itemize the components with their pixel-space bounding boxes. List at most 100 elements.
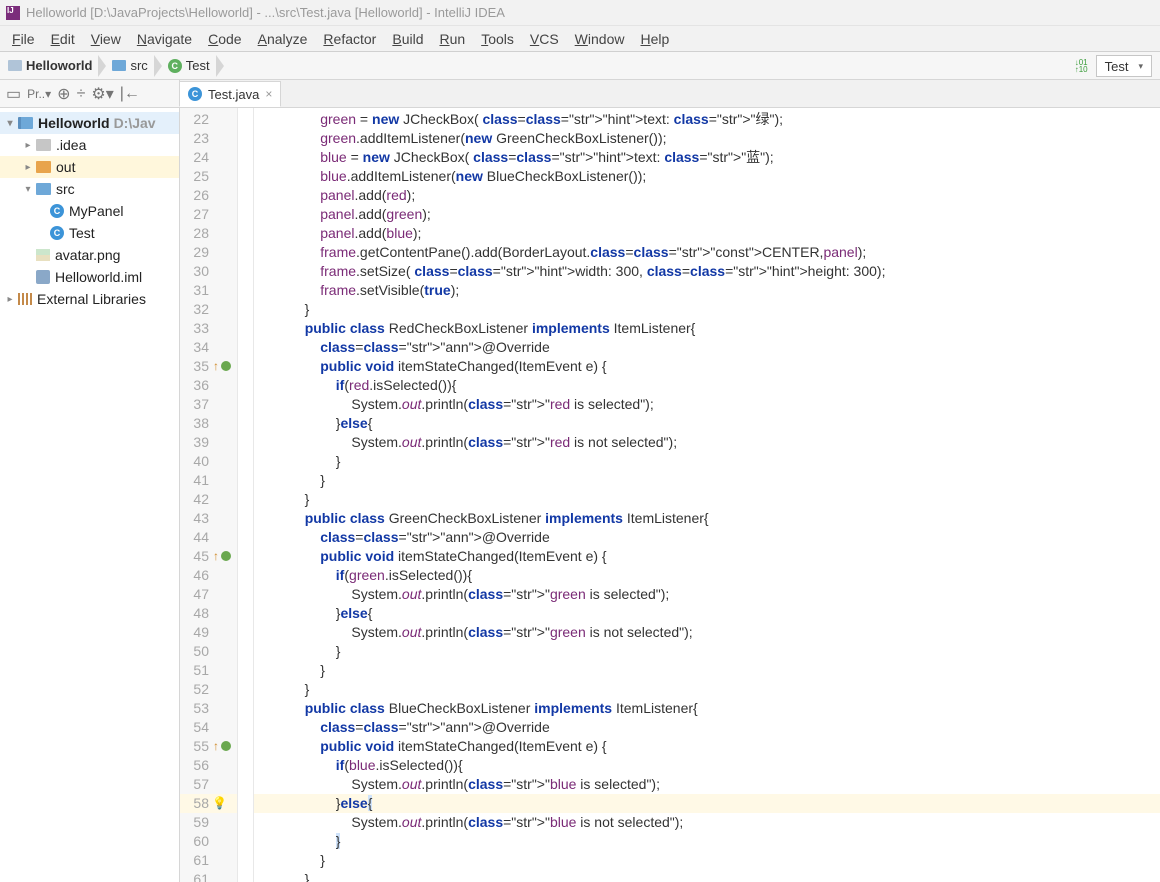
code-line[interactable]: }else{ <box>254 604 1160 623</box>
code-line[interactable]: public void itemStateChanged(ItemEvent e… <box>254 547 1160 566</box>
line-number[interactable]: 45 <box>180 547 237 566</box>
code-line[interactable]: if(green.isSelected()){ <box>254 566 1160 585</box>
tree-root[interactable]: ▾ Helloworld D:\Jav <box>0 112 179 134</box>
code-line[interactable]: if(red.isSelected()){ <box>254 376 1160 395</box>
line-number[interactable]: 24 <box>180 148 237 167</box>
line-number[interactable]: 55 <box>180 737 237 756</box>
menu-help[interactable]: Help <box>632 29 677 49</box>
menu-run[interactable]: Run <box>431 29 473 49</box>
code-line[interactable]: public class GreenCheckBoxListener imple… <box>254 509 1160 528</box>
breadcrumb-src[interactable]: src <box>108 55 153 77</box>
line-number[interactable]: 48 <box>180 604 237 623</box>
line-number[interactable]: 39 <box>180 433 237 452</box>
project-view-icon[interactable]: ▭ <box>6 84 21 104</box>
line-number[interactable]: 38 <box>180 414 237 433</box>
line-number-gutter[interactable]: 2223242526272829303132333435363738394041… <box>180 108 238 882</box>
tree-iml[interactable]: Helloworld.iml <box>0 266 179 288</box>
tree-mypanel[interactable]: C MyPanel <box>0 200 179 222</box>
settings-icon[interactable]: ⚙▾ <box>91 84 113 104</box>
code-line[interactable]: System.out.println(class="str">"green is… <box>254 585 1160 604</box>
tree-out[interactable]: ▸ out <box>0 156 179 178</box>
code-line[interactable]: System.out.println(class="str">"green is… <box>254 623 1160 642</box>
breadcrumb-project[interactable]: Helloworld <box>4 55 98 77</box>
code-line[interactable]: class=class="str">"ann">@Override <box>254 338 1160 357</box>
line-number[interactable]: 59 <box>180 813 237 832</box>
menu-file[interactable]: File <box>4 29 43 49</box>
code-line[interactable]: green.addItemListener(new GreenCheckBoxL… <box>254 129 1160 148</box>
menu-navigate[interactable]: Navigate <box>129 29 200 49</box>
line-number[interactable]: 33 <box>180 319 237 338</box>
code-line[interactable]: public class BlueCheckBoxListener implem… <box>254 699 1160 718</box>
code-line[interactable]: public class RedCheckBoxListener impleme… <box>254 319 1160 338</box>
project-tool-window[interactable]: ▭ Pr..▾ ⊕ ÷ ⚙▾ |← ▾ Helloworld D:\Jav ▸ … <box>0 80 180 882</box>
code-line[interactable]: frame.setSize( class=class="str">"hint">… <box>254 262 1160 281</box>
code-line[interactable]: public void itemStateChanged(ItemEvent e… <box>254 357 1160 376</box>
line-number[interactable]: 34 <box>180 338 237 357</box>
line-number[interactable]: 27 <box>180 205 237 224</box>
code-line[interactable]: panel.add(blue); <box>254 224 1160 243</box>
code-line[interactable]: System.out.println(class="str">"blue is … <box>254 813 1160 832</box>
code-line[interactable]: frame.getContentPane().add(BorderLayout.… <box>254 243 1160 262</box>
run-config-selector[interactable]: Test <box>1096 55 1152 77</box>
line-number[interactable]: 51 <box>180 661 237 680</box>
code-line[interactable]: public void itemStateChanged(ItemEvent e… <box>254 737 1160 756</box>
line-number[interactable]: 23 <box>180 129 237 148</box>
menu-analyze[interactable]: Analyze <box>250 29 316 49</box>
line-number[interactable]: 22 <box>180 110 237 129</box>
code-line[interactable]: class=class="str">"ann">@Override <box>254 718 1160 737</box>
line-number[interactable]: 60 <box>180 832 237 851</box>
code-line[interactable]: } <box>254 471 1160 490</box>
code-line[interactable]: System.out.println(class="str">"blue is … <box>254 775 1160 794</box>
project-dropdown-label[interactable]: Pr..▾ <box>27 87 51 101</box>
code-line[interactable]: } <box>254 661 1160 680</box>
menu-window[interactable]: Window <box>567 29 633 49</box>
menu-edit[interactable]: Edit <box>43 29 83 49</box>
menu-view[interactable]: View <box>83 29 129 49</box>
code-line[interactable]: System.out.println(class="str">"red is s… <box>254 395 1160 414</box>
line-number[interactable]: 53 <box>180 699 237 718</box>
line-number[interactable]: 37 <box>180 395 237 414</box>
code-content[interactable]: green = new JCheckBox( class=class="str"… <box>254 108 1160 882</box>
line-number[interactable]: 25 <box>180 167 237 186</box>
project-tree[interactable]: ▾ Helloworld D:\Jav ▸ .idea ▸ out ▾ src … <box>0 108 179 882</box>
code-line[interactable]: } <box>254 452 1160 471</box>
line-number[interactable]: 29 <box>180 243 237 262</box>
target-icon[interactable]: ⊕ <box>57 84 70 104</box>
menu-code[interactable]: Code <box>200 29 249 49</box>
line-number[interactable]: 47 <box>180 585 237 604</box>
code-line[interactable]: green = new JCheckBox( class=class="str"… <box>254 110 1160 129</box>
code-line[interactable]: if(blue.isSelected()){ <box>254 756 1160 775</box>
line-number[interactable]: 28 <box>180 224 237 243</box>
divide-icon[interactable]: ÷ <box>77 85 86 103</box>
code-line[interactable]: System.out.println(class="str">"red is n… <box>254 433 1160 452</box>
tree-ext-libs[interactable]: ▸ External Libraries <box>0 288 179 310</box>
code-line[interactable]: } <box>254 851 1160 870</box>
line-number[interactable]: 31 <box>180 281 237 300</box>
line-number[interactable]: 44 <box>180 528 237 547</box>
tree-src[interactable]: ▾ src <box>0 178 179 200</box>
tree-avatar[interactable]: avatar.png <box>0 244 179 266</box>
line-number[interactable]: 50 <box>180 642 237 661</box>
tree-test[interactable]: C Test <box>0 222 179 244</box>
line-number[interactable]: 30 <box>180 262 237 281</box>
line-number[interactable]: 61 <box>180 851 237 870</box>
line-number[interactable]: 56 <box>180 756 237 775</box>
close-icon[interactable]: × <box>265 87 272 101</box>
code-line[interactable]: } <box>254 642 1160 661</box>
line-number[interactable]: 32 <box>180 300 237 319</box>
sync-icon[interactable]: ↓01↑10 <box>1075 59 1088 73</box>
code-line[interactable]: frame.setVisible(true); <box>254 281 1160 300</box>
code-line[interactable]: } <box>254 490 1160 509</box>
line-number[interactable]: 52 <box>180 680 237 699</box>
line-number[interactable]: 43 <box>180 509 237 528</box>
code-line[interactable]: } <box>254 300 1160 319</box>
code-line[interactable]: blue.addItemListener(new BlueCheckBoxLis… <box>254 167 1160 186</box>
menu-refactor[interactable]: Refactor <box>315 29 384 49</box>
line-number[interactable]: 58 <box>180 794 237 813</box>
line-number[interactable]: 54 <box>180 718 237 737</box>
line-number[interactable]: 46 <box>180 566 237 585</box>
file-tab-test[interactable]: C Test.java × <box>179 81 281 107</box>
code-line[interactable]: }else{ <box>254 794 1160 813</box>
code-line[interactable]: } <box>254 832 1160 851</box>
code-line[interactable]: panel.add(red); <box>254 186 1160 205</box>
